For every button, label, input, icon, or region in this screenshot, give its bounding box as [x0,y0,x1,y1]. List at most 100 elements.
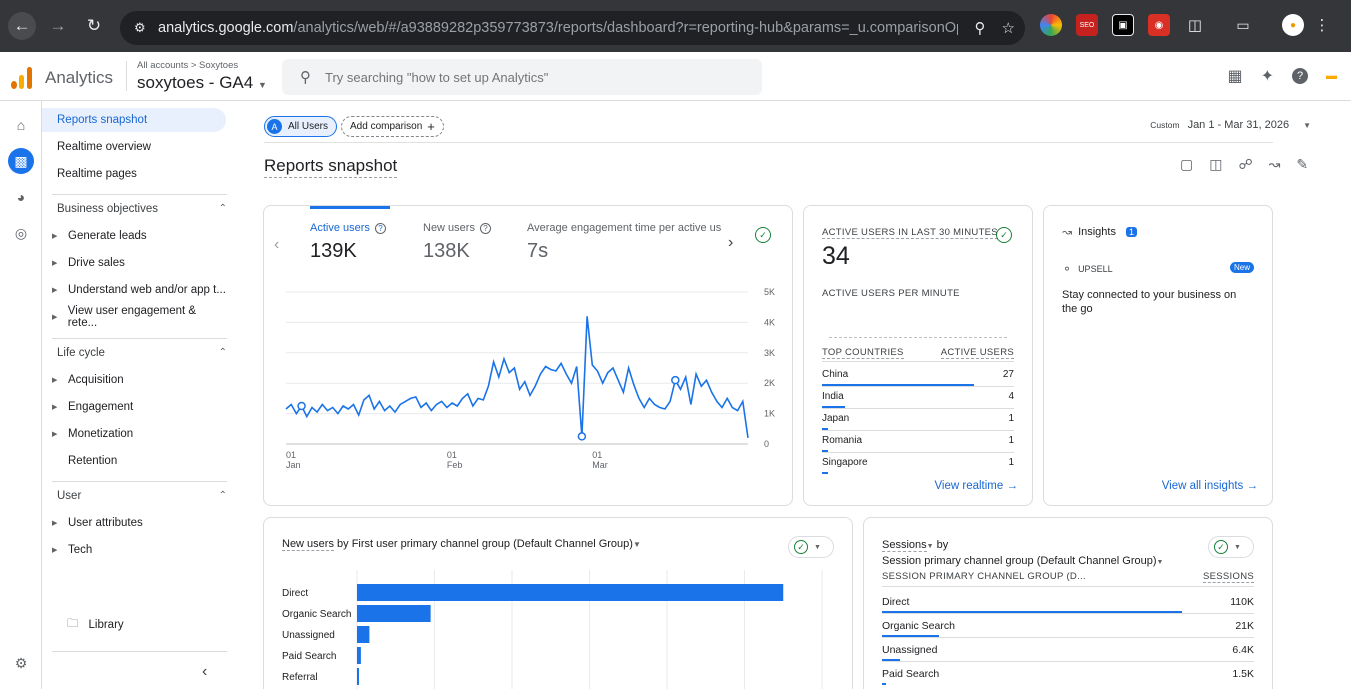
browser-menu-icon[interactable]: ⋮ [1315,14,1330,36]
settings-gear-icon[interactable]: ⚙ [8,650,34,676]
compare-icon[interactable]: ◫ [1209,156,1222,173]
nav-user-engagement[interactable]: ▶ View user engagement & rete... [42,305,226,329]
nav-reports-snapshot[interactable]: Reports snapshot [42,108,226,132]
table-row[interactable]: Paid Search 1.5K [882,668,1254,680]
annotation-marker[interactable] [671,375,680,385]
collapse-nav-icon[interactable]: ‹ [202,663,207,681]
left-rail: ⌂ ▩ ◕ ◎ ⚙ [0,101,42,689]
help-icon[interactable]: ? [479,222,491,234]
date-range-picker[interactable]: Custom Jan 1 - Mar 31, 2026 ▼ [1150,119,1311,131]
nav-monetization[interactable]: ▶ Monetization [42,422,226,446]
share-icon[interactable]: ☍ [1238,156,1252,173]
back-icon[interactable]: ← [8,12,36,40]
extension-mask-icon[interactable]: ▣ [1112,14,1134,36]
add-comparison-chip[interactable]: Add comparison + [341,116,444,137]
bar[interactable] [357,668,359,685]
bar[interactable] [357,605,431,622]
bookmark-star-icon[interactable]: ☆ [1002,19,1015,37]
annotation-marker[interactable] [297,401,306,411]
table-row[interactable]: India 4 [822,391,1014,402]
nav-retention[interactable]: Retention [42,449,226,473]
extensions-puzzle-icon[interactable]: ◫ [1184,14,1206,36]
extension-seo-icon[interactable]: SEO [1076,14,1098,36]
chevron-left-icon[interactable]: ‹ [274,236,279,254]
nav-engagement[interactable]: ▶ Engagement [42,395,226,419]
table-row[interactable]: Japan 1 [822,413,1014,424]
address-bar[interactable]: ⚙ analytics.google.com/analytics/web/#/a… [120,11,1025,45]
new-users-channel-card: New users by First user primary channel … [263,517,853,689]
bar[interactable] [357,584,784,601]
app-title[interactable]: Analytics [45,68,113,88]
new-badge: New [1229,262,1254,273]
annotation-marker[interactable] [577,432,587,441]
account-avatar[interactable]: ▬ [1326,70,1337,82]
nav-tech[interactable]: ▶ Tech [42,538,226,562]
nav-understand-traffic[interactable]: ▶ Understand web and/or app t... [42,278,226,302]
search-input[interactable] [325,69,745,85]
metric-tab-new-users[interactable]: New users? 138K [423,222,491,263]
table-row[interactable]: Romania 1 [822,435,1014,446]
data-quality-check-icon[interactable]: ✓ [755,227,771,243]
table-row[interactable]: Singapore 1 [822,457,1014,468]
metric-tab-active-users[interactable]: Active users? 139K [310,222,386,263]
nav-user-attributes[interactable]: ▶ User attributes [42,511,226,535]
nav-generate-leads[interactable]: ▶ Generate leads [42,224,226,248]
table-row[interactable]: Direct 110K [882,596,1254,608]
bar[interactable] [357,626,370,643]
advertising-icon[interactable]: ◎ [8,220,34,246]
account-breadcrumb[interactable]: All accounts > Soxytoes [137,60,238,71]
sparkle-icon[interactable]: ✦ [1261,66,1274,86]
all-users-chip[interactable]: A All Users [264,116,338,137]
help-icon[interactable]: ? [1292,68,1308,84]
section-life-cycle[interactable]: Life cycle ⌃ [57,347,227,359]
view-realtime-link[interactable]: View realtime → [934,480,1018,492]
table-row[interactable]: Unassigned 6.4K [882,644,1254,656]
edit-pencil-icon[interactable]: ✎ [1296,156,1308,173]
nav-drive-sales[interactable]: ▶ Drive sales [42,251,226,275]
nav-realtime-overview[interactable]: Realtime overview [42,135,226,159]
bar-category-label: Paid Search [282,651,336,662]
reports-icon[interactable]: ▩ [8,148,34,174]
compare-check-dropdown[interactable]: ✓ ▼ [1208,536,1254,558]
home-icon[interactable]: ⌂ [8,112,34,138]
table-row[interactable]: China 27 [822,369,1014,380]
extension-camera-icon[interactable]: ◉ [1148,14,1170,36]
property-selector[interactable]: soxytoes - GA4 ▼ [137,73,267,93]
nav-library[interactable]: 🗀 Library [52,613,236,637]
channel-name: Paid Search [882,668,940,680]
search-bar[interactable]: ⚲ [282,59,762,95]
metric-tab-engagement-time[interactable]: Average engagement time per active us 7s [527,222,723,263]
reload-icon[interactable]: ↻ [80,12,108,40]
analytics-logo-icon[interactable] [11,67,33,89]
nav-realtime-pages[interactable]: Realtime pages [42,162,226,186]
nav-acquisition[interactable]: ▶ Acquisition [42,368,226,392]
extension-color-icon[interactable] [1040,14,1062,36]
section-user[interactable]: User ⌃ [57,490,227,502]
y-tick-label: 0 [764,439,769,449]
view-all-insights-link[interactable]: View all insights → [1162,480,1258,492]
chevron-right-icon[interactable]: › [728,234,733,252]
section-business-objectives[interactable]: Business objectives ⌃ [57,203,227,215]
explore-icon[interactable]: ◕ [8,184,34,210]
chevron-up-icon: ⌃ [218,203,227,214]
new-users-card-title[interactable]: New users by First user primary channel … [282,538,641,551]
forward-icon[interactable]: → [44,12,72,40]
table-row[interactable]: Organic Search 21K [882,620,1254,632]
data-quality-check-icon[interactable]: ✓ [996,227,1012,243]
bar-category-label: Unassigned [282,630,335,641]
help-icon[interactable]: ? [374,222,386,234]
customize-report-icon[interactable]: ▢ [1180,156,1193,173]
apps-grid-icon[interactable]: ▦ [1227,66,1242,86]
expand-triangle-icon: ▶ [52,287,58,294]
site-info-icon[interactable]: ⚙ [134,20,154,36]
url-text[interactable]: analytics.google.com/analytics/web/#/a93… [158,20,958,36]
tab-search-icon[interactable]: ▭ [1232,14,1254,36]
bar[interactable] [357,647,361,664]
caret-down-icon: ▼ [1156,559,1164,566]
compare-check-dropdown[interactable]: ✓ ▼ [788,536,834,558]
insight-text[interactable]: Stay connected to your business on the g… [1062,288,1254,316]
zoom-icon[interactable]: ⚲ [975,19,986,37]
insights-trend-icon[interactable]: ↝ [1269,156,1281,173]
sessions-card-title[interactable]: Sessions▼ by Session primary channel gro… [882,538,1163,570]
profile-avatar[interactable]: ● [1282,14,1304,36]
